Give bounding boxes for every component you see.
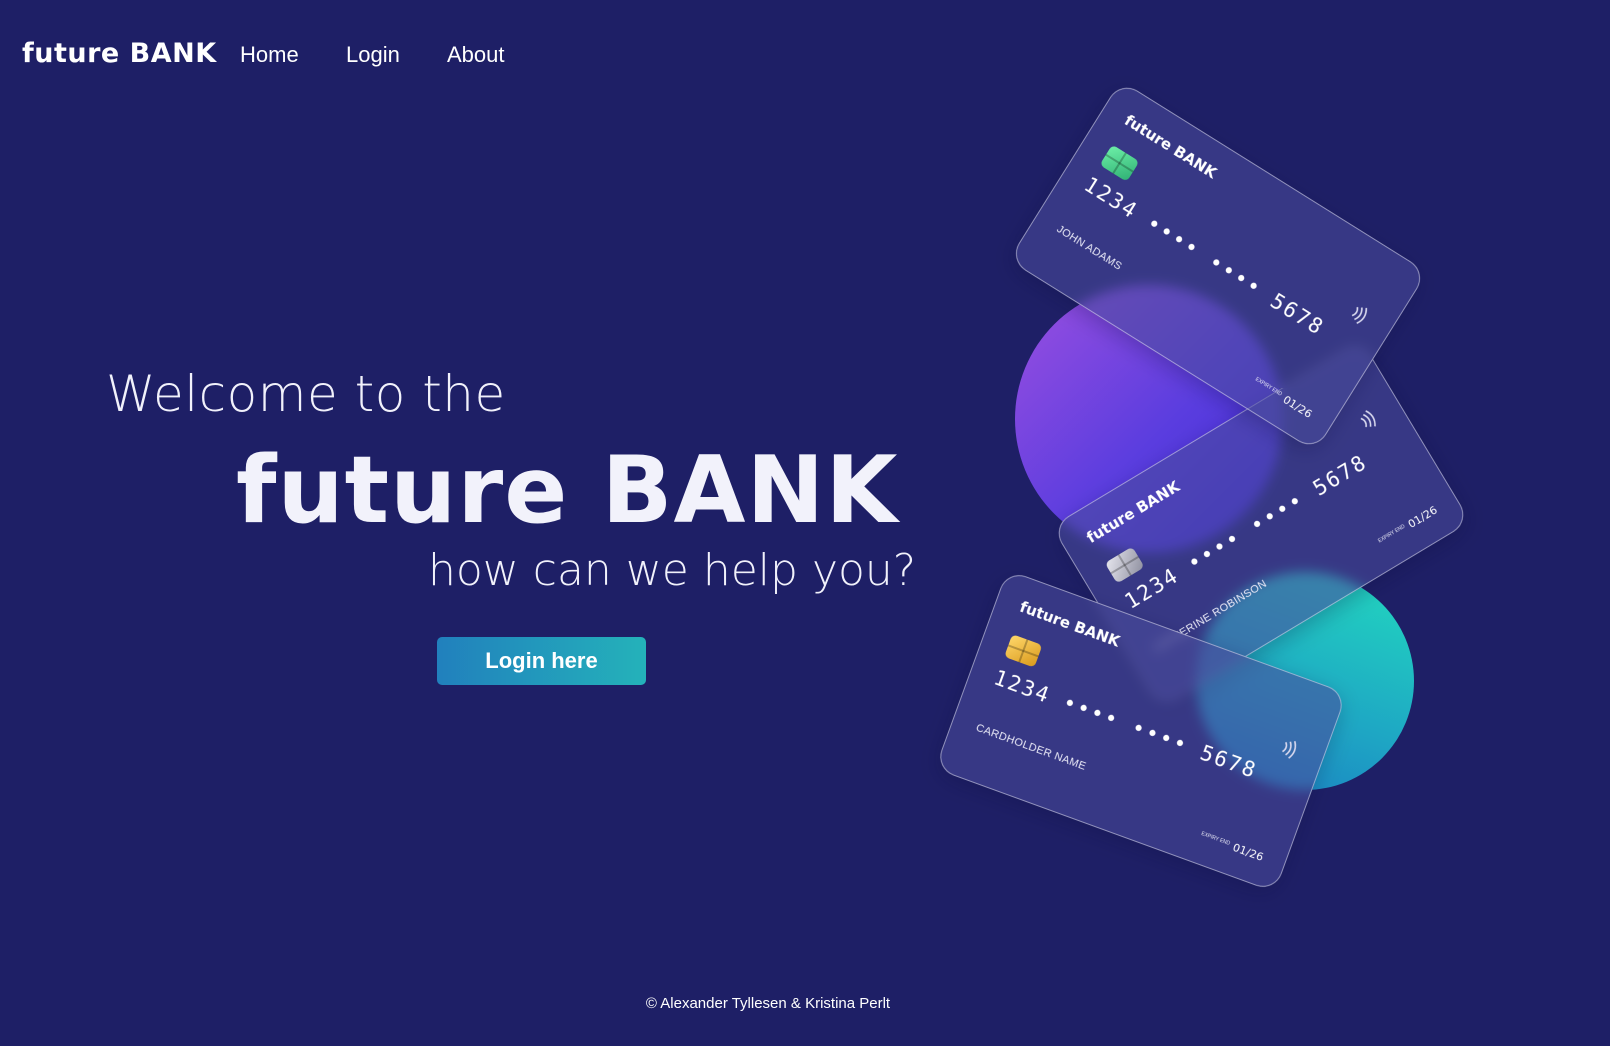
card-expiry-label: EXPIRY END	[1254, 376, 1283, 398]
chip-green-icon	[1099, 144, 1140, 182]
card-number: 1234 •••• •••• 5678	[990, 665, 1261, 784]
brand-logo[interactable]: future BANK	[22, 38, 217, 69]
hero-welcome-text: Welcome to the	[106, 365, 506, 423]
card-expiry-label: EXPIRY END	[1200, 831, 1231, 847]
card-expiry-date: 01/26	[1405, 503, 1440, 531]
card-holder-name: JOHN ADAMS	[1054, 223, 1124, 273]
card-holder-name: CARDHOLDER NAME	[974, 721, 1088, 773]
nav-link-about[interactable]: About	[447, 42, 505, 68]
hero-brand-title: future BANK	[236, 436, 899, 544]
contactless-icon	[1351, 307, 1368, 324]
card-number: 1234 •••• •••• 5678	[1079, 172, 1329, 341]
chip-gold-icon	[1004, 634, 1043, 668]
card-expiry-date: 01/26	[1280, 393, 1315, 421]
card-bank-name: future BANK	[1121, 111, 1220, 183]
card-expiry-date: 01/26	[1230, 840, 1266, 864]
contactless-icon	[1282, 741, 1297, 759]
nav-link-login[interactable]: Login	[346, 42, 400, 68]
chip-silver-icon	[1104, 546, 1145, 584]
footer-copyright: © Alexander Tyllesen & Kristina Perlt	[645, 995, 891, 1012]
login-here-button[interactable]: Login here	[437, 637, 646, 685]
card-expiry-label: EXPIRY END	[1377, 523, 1407, 545]
top-navigation: future BANK Home Login About	[0, 0, 1610, 112]
contactless-icon	[1360, 410, 1376, 428]
nav-link-home[interactable]: Home	[240, 42, 299, 68]
hero-tagline: how can we help you?	[428, 545, 917, 596]
